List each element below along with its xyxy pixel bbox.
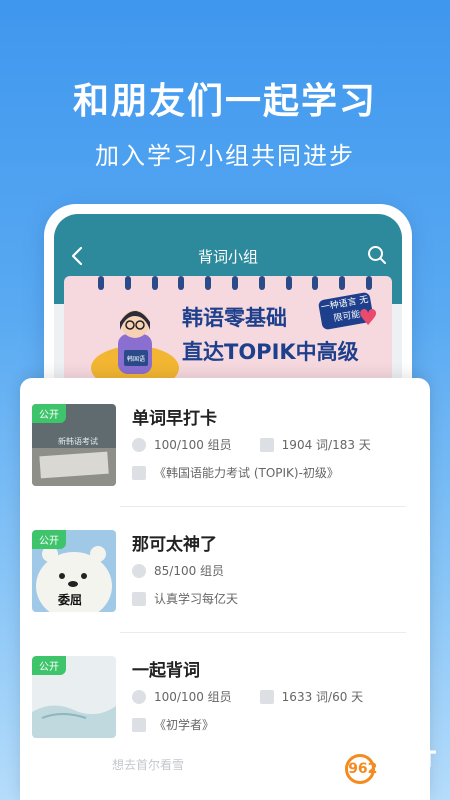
member-icon (132, 437, 146, 452)
group-list-card: 新韩语考试 公开 单词早打卡 100/100 组员 1904 词/183 天 《… (20, 378, 430, 800)
public-badge: 公开 (32, 404, 66, 423)
group-thumbnail: 新韩语考试 公开 (32, 404, 116, 486)
banner-line-2: 直达TOPIK中高级 (182, 340, 359, 364)
group-book-row: 《韩国语能力考试 (TOPIK)-初级》 (132, 464, 339, 481)
group-meta-row: 100/100 组员 1904 词/183 天 (132, 436, 371, 453)
group-name: 一起背词 (132, 661, 200, 681)
member-icon (132, 563, 146, 578)
watermark-site: 乐游网 (379, 774, 413, 787)
banner-line-1: 韩语零基础 (182, 306, 287, 330)
student-illustration: 韩国语 (91, 310, 179, 386)
public-badge: 公开 (32, 656, 66, 675)
divider (120, 506, 406, 507)
watermark-logo: 962 (345, 754, 377, 784)
group-meta-row: 85/100 组员 (132, 562, 224, 579)
search-button[interactable] (366, 244, 388, 266)
search-icon (368, 246, 386, 264)
wordbook-icon (132, 591, 146, 606)
thumb-text: 委屈 (57, 592, 82, 607)
group-name: 单词早打卡 (132, 409, 217, 429)
list-item[interactable]: 新韩语考试 公开 单词早打卡 100/100 组员 1904 词/183 天 《… (32, 404, 418, 514)
next-group-peek: 想去首尔看雪 (112, 758, 185, 772)
heart-icon: ♥ (358, 306, 378, 331)
member-count: 100/100 组员 (154, 438, 232, 452)
book-icon (259, 437, 274, 452)
screen-title: 背词小组 (197, 248, 258, 266)
list-item[interactable]: 委屈 公开 那可太神了 85/100 组员 认真学习每亿天 (32, 530, 418, 640)
promo-banner[interactable]: 韩国语 韩语零基础 直达TOPIK中高级 一种语言 无限可能 ♥ (64, 276, 392, 386)
book-icon (259, 689, 274, 704)
wordbook-name: 《初学者》 (154, 718, 215, 732)
wordbook-name: 《韩国语能力考试 (TOPIK)-初级》 (154, 466, 339, 480)
group-book-row: 《初学者》 (132, 716, 214, 733)
public-badge: 公开 (32, 530, 66, 549)
group-meta-row: 100/100 组员 1633 词/60 天 (132, 688, 363, 705)
group-book-row: 认真学习每亿天 (132, 590, 238, 607)
group-thumbnail: 委屈 公开 (32, 530, 116, 612)
member-count: 100/100 组员 (154, 690, 232, 704)
wordbook-name: 认真学习每亿天 (154, 592, 239, 606)
watermark-net: .NET (379, 748, 436, 773)
group-name: 那可太神了 (132, 535, 217, 555)
promo-subheadline: 加入学习小组共同进步 (95, 142, 355, 170)
wordbook-icon (132, 465, 146, 480)
group-thumbnail: 公开 (32, 656, 116, 738)
divider (120, 632, 406, 633)
member-icon (132, 689, 146, 704)
word-stats: 1904 词/183 天 (281, 438, 371, 452)
member-count: 85/100 组员 (154, 564, 225, 578)
site-watermark: 962 .NET 乐游网 (345, 750, 436, 788)
thumb-text: 新韩语考试 (58, 436, 98, 446)
word-stats: 1633 词/60 天 (281, 690, 364, 704)
notebook-rings (98, 276, 372, 290)
promo-headline: 和朋友们一起学习 (72, 81, 377, 122)
book-label: 韩国语 (127, 355, 145, 363)
wordbook-icon (132, 717, 146, 732)
